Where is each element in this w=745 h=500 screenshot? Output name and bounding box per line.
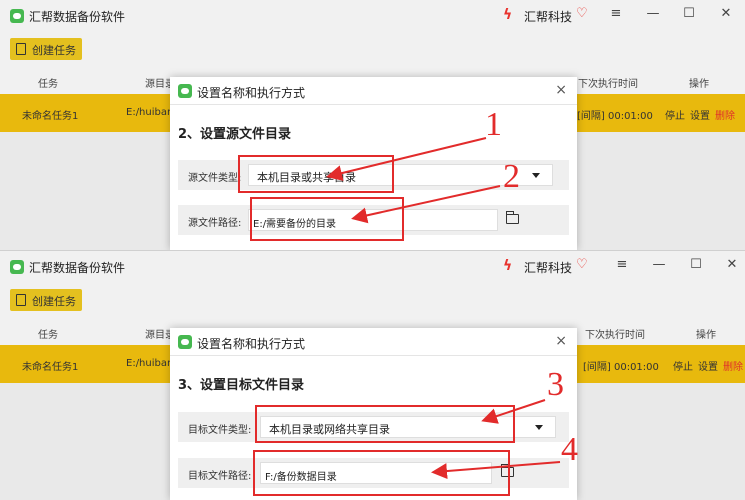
arrow-2: [351, 185, 501, 224]
arrow-1: [326, 137, 487, 181]
arrow-4: [431, 461, 561, 480]
annotation-arrows: [326, 137, 561, 480]
arrow-3: [481, 399, 546, 424]
